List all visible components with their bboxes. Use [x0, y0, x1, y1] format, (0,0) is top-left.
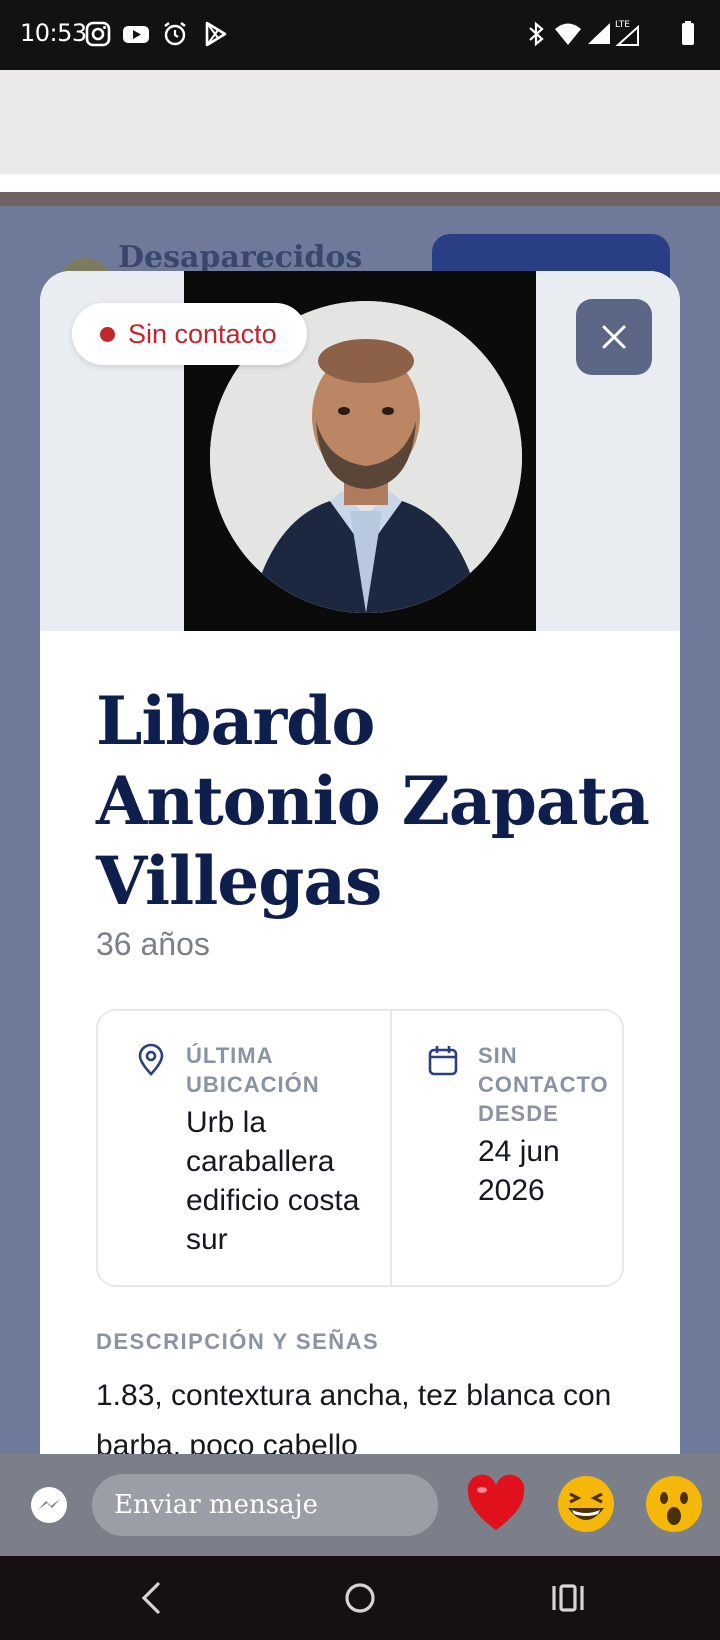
- background-page-title: Desaparecidos: [118, 240, 363, 275]
- lte-signal-icon: LTE: [612, 18, 644, 50]
- person-name: Libardo Antonio Zapata Villegas: [96, 682, 650, 920]
- no-contact-since-label: SIN CONTACTO DESDE: [478, 1043, 609, 1126]
- status-badge-label: Sin contacto: [128, 318, 277, 349]
- status-dot-icon: [100, 327, 115, 342]
- last-location: ÚLTIMA UBICACIÓN Urb la caraballera edif…: [186, 1041, 382, 1259]
- description-label: DESCRIPCIÓN Y SEÑAS: [96, 1329, 380, 1354]
- info-card: ÚLTIMA UBICACIÓN Urb la caraballera edif…: [96, 1009, 624, 1287]
- message-input[interactable]: Enviar mensaje: [92, 1474, 438, 1536]
- bluetooth-icon: [520, 18, 552, 50]
- browser-toolbar: [0, 70, 720, 174]
- close-icon: [602, 325, 626, 349]
- messenger-icon[interactable]: [28, 1485, 70, 1527]
- browser-tab-strip: [0, 174, 720, 192]
- modal-header: Sin contacto: [40, 271, 680, 631]
- no-contact-since-value: 24 jun 2026: [478, 1135, 560, 1207]
- last-location-value: Urb la caraballera edificio costa sur: [186, 1106, 360, 1256]
- play-store-icon: [199, 18, 231, 50]
- description-text: 1.83, contextura ancha, tez blanca con b…: [96, 1379, 612, 1454]
- last-location-label: ÚLTIMA UBICACIÓN: [186, 1043, 320, 1097]
- back-icon[interactable]: [130, 1576, 174, 1620]
- close-button[interactable]: [576, 299, 652, 375]
- browser-divider: [0, 192, 720, 206]
- home-icon[interactable]: [338, 1576, 382, 1620]
- status-badge: Sin contacto: [72, 303, 307, 365]
- messenger-bar: Enviar mensaje: [0, 1454, 720, 1556]
- status-time: 10:53: [20, 19, 87, 47]
- status-bar: 10:53 LTE: [0, 0, 720, 70]
- alarm-icon: [159, 18, 191, 50]
- recents-icon[interactable]: [546, 1576, 590, 1620]
- calendar-icon: [428, 1046, 458, 1076]
- battery-icon: [672, 18, 704, 50]
- wifi-icon: [552, 18, 584, 50]
- person-age: 36 años: [96, 926, 210, 962]
- surprised-emoji-icon[interactable]: [642, 1472, 706, 1536]
- no-contact-since: SIN CONTACTO DESDE 24 jun 2026: [478, 1041, 624, 1210]
- youtube-icon: [120, 18, 152, 50]
- heart-icon[interactable]: [464, 1472, 528, 1536]
- navigation-bar: [0, 1556, 720, 1640]
- svg-text:LTE: LTE: [615, 20, 630, 30]
- info-divider: [390, 1011, 392, 1285]
- map-pin-icon: [138, 1043, 164, 1076]
- person-detail-modal: Sin contacto Libardo Antonio Zapata Vill…: [40, 271, 680, 1454]
- laughing-emoji-icon[interactable]: [554, 1472, 618, 1536]
- instagram-icon: [82, 18, 114, 50]
